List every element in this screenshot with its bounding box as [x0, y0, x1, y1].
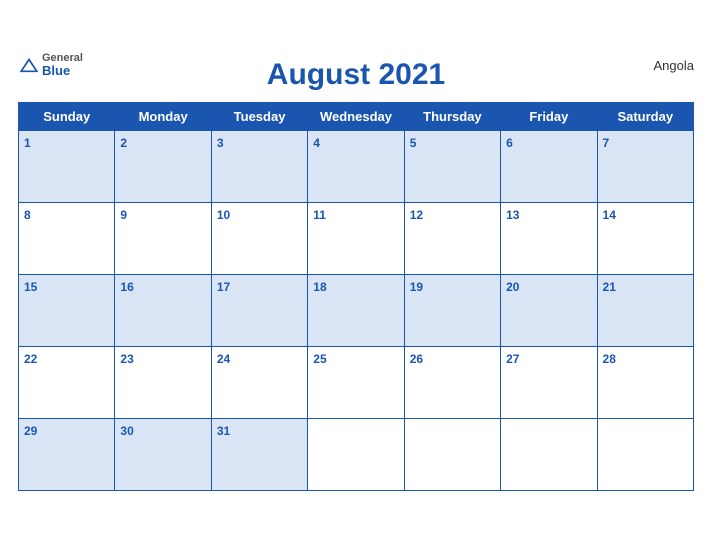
calendar-week-row: 15 16 17 18 19 20 21: [19, 274, 694, 346]
calendar-cell: 24: [211, 346, 307, 418]
calendar-week-row: 22 23 24 25 26 27 28: [19, 346, 694, 418]
day-number: 8: [24, 208, 31, 222]
header-saturday: Saturday: [597, 102, 693, 130]
weekday-header-row: Sunday Monday Tuesday Wednesday Thursday…: [19, 102, 694, 130]
calendar-cell: 13: [501, 202, 597, 274]
day-number: 10: [217, 208, 230, 222]
day-number: 5: [410, 136, 417, 150]
calendar-cell: 23: [115, 346, 211, 418]
calendar-thead: Sunday Monday Tuesday Wednesday Thursday…: [19, 102, 694, 130]
day-number: 13: [506, 208, 519, 222]
logo-blue-text: Blue: [42, 64, 83, 78]
calendar-cell: 18: [308, 274, 404, 346]
calendar-cell: [404, 418, 500, 490]
calendar-cell: 4: [308, 130, 404, 202]
header-wednesday: Wednesday: [308, 102, 404, 130]
calendar-table: Sunday Monday Tuesday Wednesday Thursday…: [18, 102, 694, 491]
calendar-cell: 14: [597, 202, 693, 274]
day-number: 18: [313, 280, 326, 294]
header-friday: Friday: [501, 102, 597, 130]
calendar-cell: 8: [19, 202, 115, 274]
calendar-cell: 9: [115, 202, 211, 274]
day-number: 3: [217, 136, 224, 150]
day-number: 19: [410, 280, 423, 294]
day-number: 30: [120, 424, 133, 438]
calendar-cell: 31: [211, 418, 307, 490]
calendar-cell: 10: [211, 202, 307, 274]
calendar-cell: 17: [211, 274, 307, 346]
day-number: 25: [313, 352, 326, 366]
calendar-week-row: 8 9 10 11 12 13 14: [19, 202, 694, 274]
day-number: 14: [603, 208, 616, 222]
day-number: 2: [120, 136, 127, 150]
day-number: 28: [603, 352, 616, 366]
calendar-cell: [501, 418, 597, 490]
calendar-week-row: 1 2 3 4 5 6 7: [19, 130, 694, 202]
header-thursday: Thursday: [404, 102, 500, 130]
calendar-container: General Blue August 2021 Angola Sunday M…: [0, 42, 712, 509]
calendar-cell: 3: [211, 130, 307, 202]
calendar-cell: 20: [501, 274, 597, 346]
day-number: 26: [410, 352, 423, 366]
day-number: 15: [24, 280, 37, 294]
day-number: 4: [313, 136, 320, 150]
calendar-cell: 2: [115, 130, 211, 202]
day-number: 24: [217, 352, 230, 366]
day-number: 22: [24, 352, 37, 366]
calendar-cell: [597, 418, 693, 490]
calendar-cell: 11: [308, 202, 404, 274]
day-number: 23: [120, 352, 133, 366]
header-sunday: Sunday: [19, 102, 115, 130]
calendar-cell: 5: [404, 130, 500, 202]
calendar-cell: 25: [308, 346, 404, 418]
calendar-cell: 21: [597, 274, 693, 346]
calendar-cell: 19: [404, 274, 500, 346]
calendar-cell: 1: [19, 130, 115, 202]
day-number: 7: [603, 136, 610, 150]
header-monday: Monday: [115, 102, 211, 130]
calendar-cell: 15: [19, 274, 115, 346]
calendar-cell: 26: [404, 346, 500, 418]
calendar-cell: 27: [501, 346, 597, 418]
calendar-cell: 28: [597, 346, 693, 418]
day-number: 20: [506, 280, 519, 294]
calendar-week-row: 29 30 31: [19, 418, 694, 490]
calendar-header: General Blue August 2021 Angola: [18, 52, 694, 96]
month-title: August 2021: [267, 58, 445, 92]
day-number: 29: [24, 424, 37, 438]
day-number: 31: [217, 424, 230, 438]
calendar-cell: 29: [19, 418, 115, 490]
day-number: 16: [120, 280, 133, 294]
logo-area: General Blue: [18, 52, 83, 78]
day-number: 27: [506, 352, 519, 366]
country-label: Angola: [654, 58, 694, 73]
day-number: 9: [120, 208, 127, 222]
calendar-body: 1234567891011121314151617181920212223242…: [19, 130, 694, 490]
logo-general-text: General: [42, 52, 83, 64]
calendar-cell: [308, 418, 404, 490]
day-number: 21: [603, 280, 616, 294]
calendar-cell: 16: [115, 274, 211, 346]
calendar-cell: 7: [597, 130, 693, 202]
calendar-cell: 22: [19, 346, 115, 418]
header-tuesday: Tuesday: [211, 102, 307, 130]
calendar-cell: 6: [501, 130, 597, 202]
day-number: 6: [506, 136, 513, 150]
calendar-cell: 12: [404, 202, 500, 274]
day-number: 17: [217, 280, 230, 294]
generalblue-logo-icon: [18, 56, 40, 74]
day-number: 12: [410, 208, 423, 222]
calendar-cell: 30: [115, 418, 211, 490]
day-number: 1: [24, 136, 31, 150]
day-number: 11: [313, 208, 326, 222]
